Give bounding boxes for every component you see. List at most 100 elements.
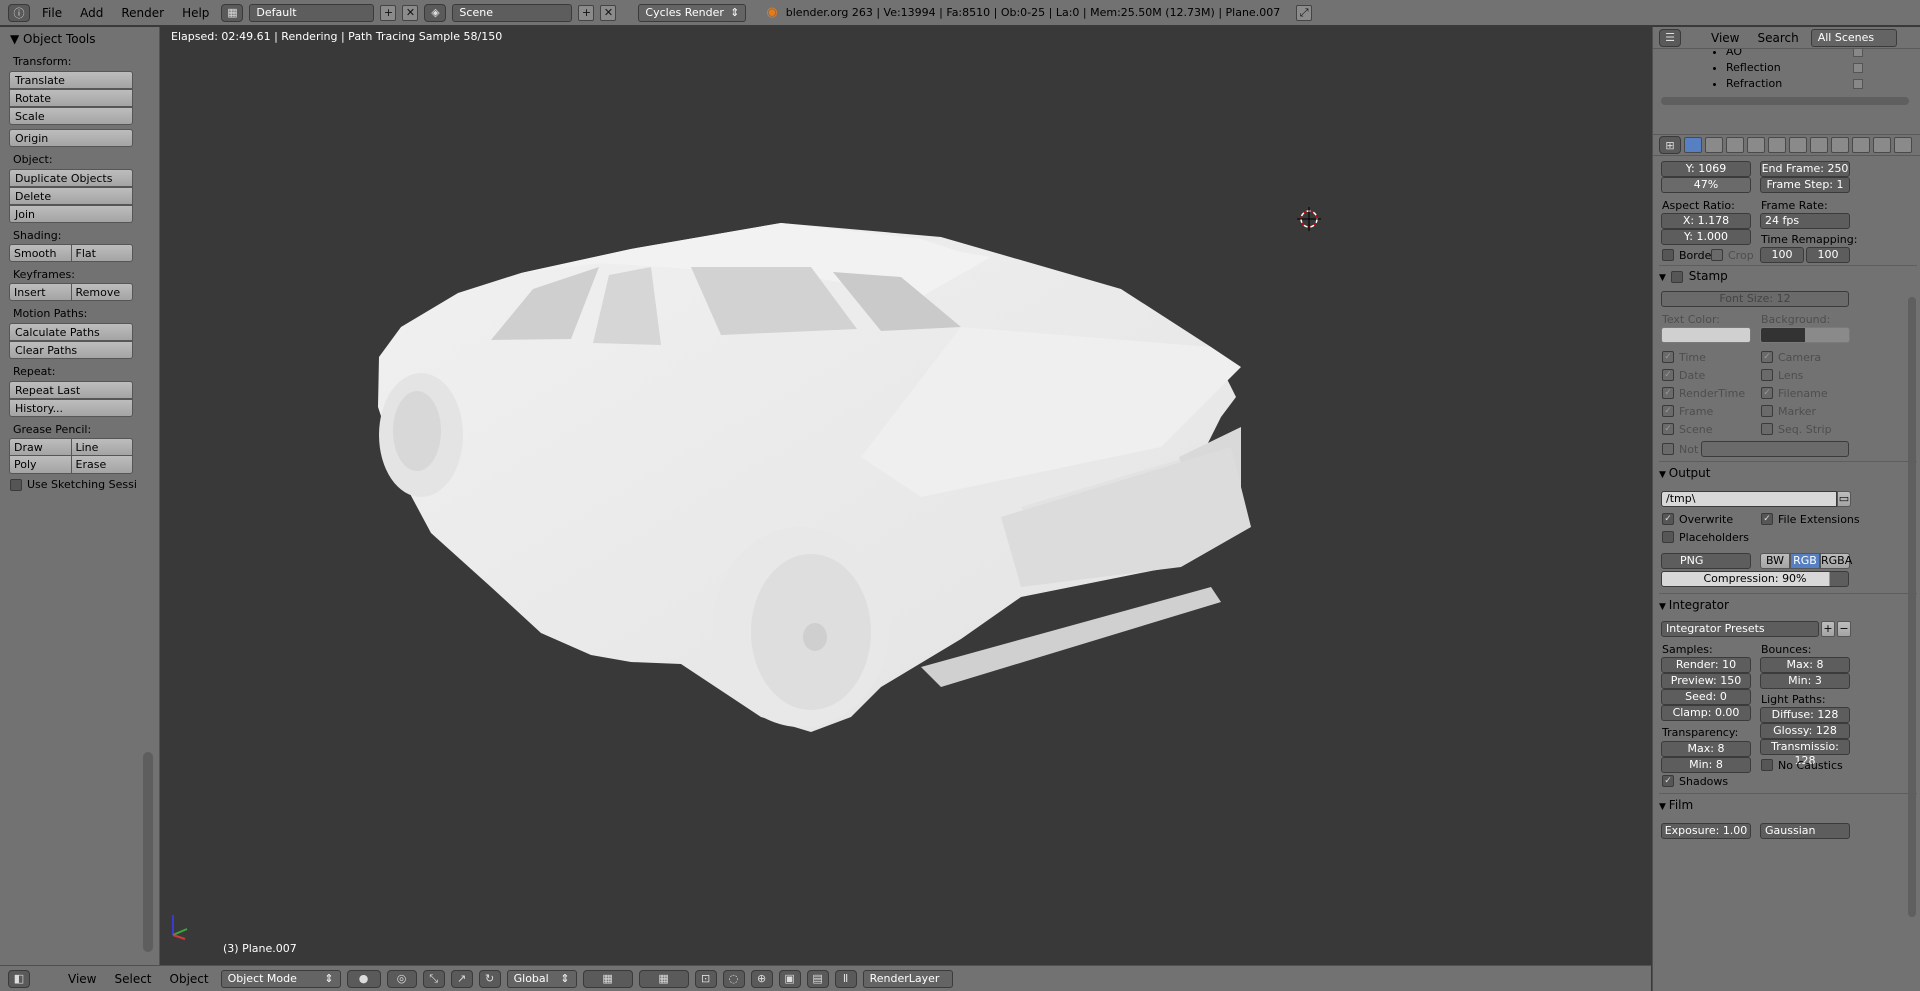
filter-select[interactable]: Gaussian — [1760, 823, 1850, 839]
3d-cursor-icon[interactable] — [1297, 207, 1321, 231]
insert-keyframe-button[interactable]: Insert — [9, 283, 72, 301]
outliner-checkbox-reflection[interactable] — [1853, 63, 1863, 73]
stamp-filename-checkbox[interactable]: ✓ — [1761, 387, 1773, 399]
no-caustics-checkbox[interactable] — [1761, 759, 1773, 771]
outliner-display-select[interactable]: All Scenes — [1810, 28, 1897, 47]
stamp-marker-checkbox[interactable] — [1761, 405, 1773, 417]
remap-old-field[interactable]: 100 — [1760, 247, 1804, 263]
constraints-tab-icon[interactable] — [1789, 137, 1807, 153]
object-tab-icon[interactable] — [1768, 137, 1786, 153]
layers-grid-a[interactable]: ▦ — [582, 969, 633, 988]
mode-select[interactable]: Object Mode ⇕ — [220, 969, 341, 988]
border-checkbox[interactable] — [1662, 249, 1674, 261]
outliner-checkbox-ao[interactable] — [1853, 49, 1863, 57]
stamp-time-checkbox[interactable]: ✓ — [1662, 351, 1674, 363]
stamp-date-checkbox[interactable]: ✓ — [1662, 369, 1674, 381]
aspect-x-field[interactable]: X: 1.178 — [1661, 213, 1751, 229]
compression-slider[interactable]: Compression: 90% — [1661, 571, 1849, 587]
menu-file[interactable]: File — [36, 6, 68, 20]
world-tab-icon[interactable] — [1747, 137, 1765, 153]
exposure-field[interactable]: Exposure: 1.00 — [1661, 823, 1751, 839]
resolution-y-field[interactable]: Y: 1069 — [1661, 161, 1751, 177]
sketching-checkbox[interactable] — [10, 479, 22, 491]
bounces-max-field[interactable]: Max: 8 — [1760, 657, 1850, 673]
remove-preset-icon[interactable]: − — [1837, 621, 1851, 637]
remove-keyframe-button[interactable]: Remove — [71, 283, 133, 301]
lock-icon[interactable]: ⊡ — [694, 969, 717, 988]
add-preset-icon[interactable]: + — [1821, 621, 1835, 637]
stamp-note-field[interactable] — [1701, 441, 1849, 457]
render-layer-select[interactable]: RenderLayer — [862, 969, 953, 988]
stamp-camera-checkbox[interactable]: ✓ — [1761, 351, 1773, 363]
rotate-manip-icon[interactable]: ↻ — [478, 969, 501, 988]
history-button[interactable]: History... — [9, 399, 133, 417]
stamp-seqstrip-checkbox[interactable] — [1761, 423, 1773, 435]
screen-layout-field[interactable]: Default — [249, 3, 375, 22]
smooth-button[interactable]: Smooth — [9, 244, 72, 262]
output-path-field[interactable]: /tmp\ — [1661, 491, 1837, 507]
sketching-session-row[interactable]: Use Sketching Sessi — [0, 474, 159, 495]
particles-tab-icon[interactable] — [1894, 137, 1912, 153]
repeat-last-button[interactable]: Repeat Last — [9, 381, 133, 399]
shadows-checkbox[interactable]: ✓ — [1662, 775, 1674, 787]
render-samples-field[interactable]: Render: 10 — [1661, 657, 1751, 673]
stamp-rendertime-checkbox[interactable]: ✓ — [1662, 387, 1674, 399]
file-extensions-checkbox[interactable]: ✓ — [1761, 513, 1773, 525]
outliner-item-ao[interactable]: AO — [1713, 49, 1742, 58]
frame-step-field[interactable]: Frame Step: 1 — [1760, 177, 1850, 193]
preview-samples-field[interactable]: Preview: 150 — [1661, 673, 1751, 689]
stamp-scene-checkbox[interactable]: ✓ — [1662, 423, 1674, 435]
material-tab-icon[interactable] — [1852, 137, 1870, 153]
outliner-item-reflection[interactable]: Reflection — [1713, 61, 1781, 74]
placeholders-checkbox[interactable] — [1662, 531, 1674, 543]
pause-icon[interactable]: Ⅱ — [834, 969, 857, 988]
data-tab-icon[interactable] — [1831, 137, 1849, 153]
background-color-swatch[interactable] — [1760, 327, 1850, 343]
menu-view[interactable]: View — [62, 972, 102, 986]
clear-paths-button[interactable]: Clear Paths — [9, 341, 133, 359]
clamp-field[interactable]: Clamp: 0.00 — [1661, 705, 1751, 721]
snap-icon[interactable]: ⊕ — [750, 969, 773, 988]
file-format-select[interactable]: PNG — [1661, 553, 1751, 569]
info-editor-icon[interactable]: ⓘ — [8, 3, 30, 22]
resolution-percent-field[interactable]: 47% — [1661, 177, 1751, 193]
scene-field[interactable]: Scene — [452, 3, 573, 22]
bounces-min-field[interactable]: Min: 3 — [1760, 673, 1850, 689]
overwrite-checkbox[interactable]: ✓ — [1662, 513, 1674, 525]
poly-button[interactable]: Poly — [9, 456, 72, 474]
folder-icon[interactable]: ▭ — [1837, 491, 1851, 507]
stamp-checkbox[interactable] — [1670, 270, 1683, 283]
seed-field[interactable]: Seed: 0 — [1661, 689, 1751, 705]
text-color-swatch[interactable] — [1661, 327, 1751, 343]
proportional-icon[interactable]: ◌ — [722, 969, 745, 988]
stamp-note-checkbox[interactable] — [1662, 443, 1674, 455]
outliner-view-menu[interactable]: View — [1705, 31, 1745, 45]
tool-shelf-scrollbar[interactable] — [143, 752, 153, 952]
render-anim-icon[interactable]: ▤ — [806, 969, 829, 988]
rgba-button[interactable]: RGBA — [1820, 553, 1852, 569]
tool-shelf-title[interactable]: ▼ Object Tools — [0, 27, 159, 51]
glossy-field[interactable]: Glossy: 128 — [1760, 723, 1850, 739]
stamp-panel-header[interactable]: Stamp — [1659, 269, 1728, 283]
outliner-type-icon[interactable]: ☰ — [1659, 28, 1681, 47]
output-panel-header[interactable]: Output — [1659, 466, 1711, 480]
aspect-y-field[interactable]: Y: 1.000 — [1661, 229, 1751, 245]
properties-type-icon[interactable]: ⊞ — [1659, 136, 1681, 154]
integrator-presets-select[interactable]: Integrator Presets — [1661, 621, 1819, 637]
menu-help[interactable]: Help — [176, 6, 215, 20]
line-button[interactable]: Line — [71, 438, 133, 456]
remove-scene-icon[interactable]: ✕ — [600, 4, 617, 21]
duplicate-objects-button[interactable]: Duplicate Objects — [9, 169, 133, 187]
menu-object[interactable]: Object — [164, 972, 215, 986]
render-engine-select[interactable]: Cycles Render ⇕ — [638, 3, 747, 22]
transparency-min-field[interactable]: Min: 8 — [1661, 757, 1751, 773]
render-tab-icon[interactable] — [1684, 137, 1702, 153]
remap-new-field[interactable]: 100 — [1806, 247, 1850, 263]
properties-scrollbar[interactable] — [1908, 297, 1916, 917]
fullscreen-icon[interactable]: ⤢ — [1296, 4, 1313, 21]
end-frame-field[interactable]: End Frame: 250 — [1760, 161, 1850, 177]
menu-add[interactable]: Add — [74, 6, 109, 20]
crop-checkbox[interactable] — [1711, 249, 1723, 261]
render-icon[interactable]: ▣ — [778, 969, 801, 988]
remove-layout-icon[interactable]: ✕ — [402, 4, 419, 21]
